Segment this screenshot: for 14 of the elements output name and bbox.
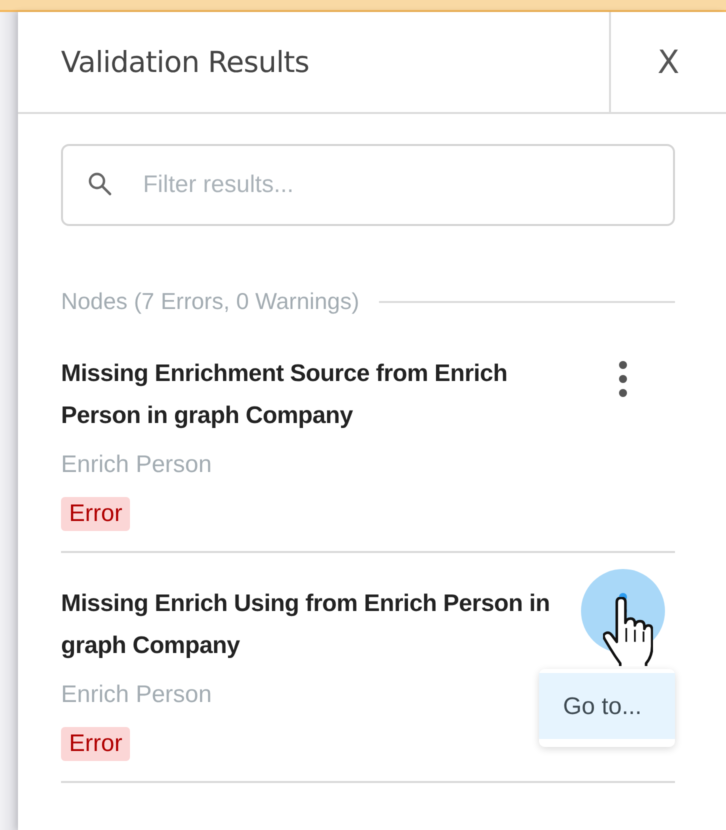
error-badge: Error [61, 497, 130, 531]
search-field[interactable]: Filter results... [61, 144, 675, 226]
search-icon [87, 171, 113, 197]
close-button[interactable]: X [609, 12, 726, 112]
result-title: Missing Enrichment Source from Enrich Person in graph Company [61, 359, 508, 431]
result-title: Missing Enrich Using from Enrich Person in graph Company [61, 589, 551, 661]
hand-cursor-icon [603, 597, 653, 666]
error-badge: Error [61, 727, 130, 761]
node-name: Enrich Person [61, 681, 212, 709]
node-name: Enrich Person [61, 451, 212, 479]
menu-item[interactable]: Go to... [539, 673, 675, 739]
more-icon [618, 359, 628, 399]
panel-title: Validation Results [60, 44, 310, 81]
section-heading: Nodes (7 Errors, 0 Warnings) [61, 288, 360, 315]
